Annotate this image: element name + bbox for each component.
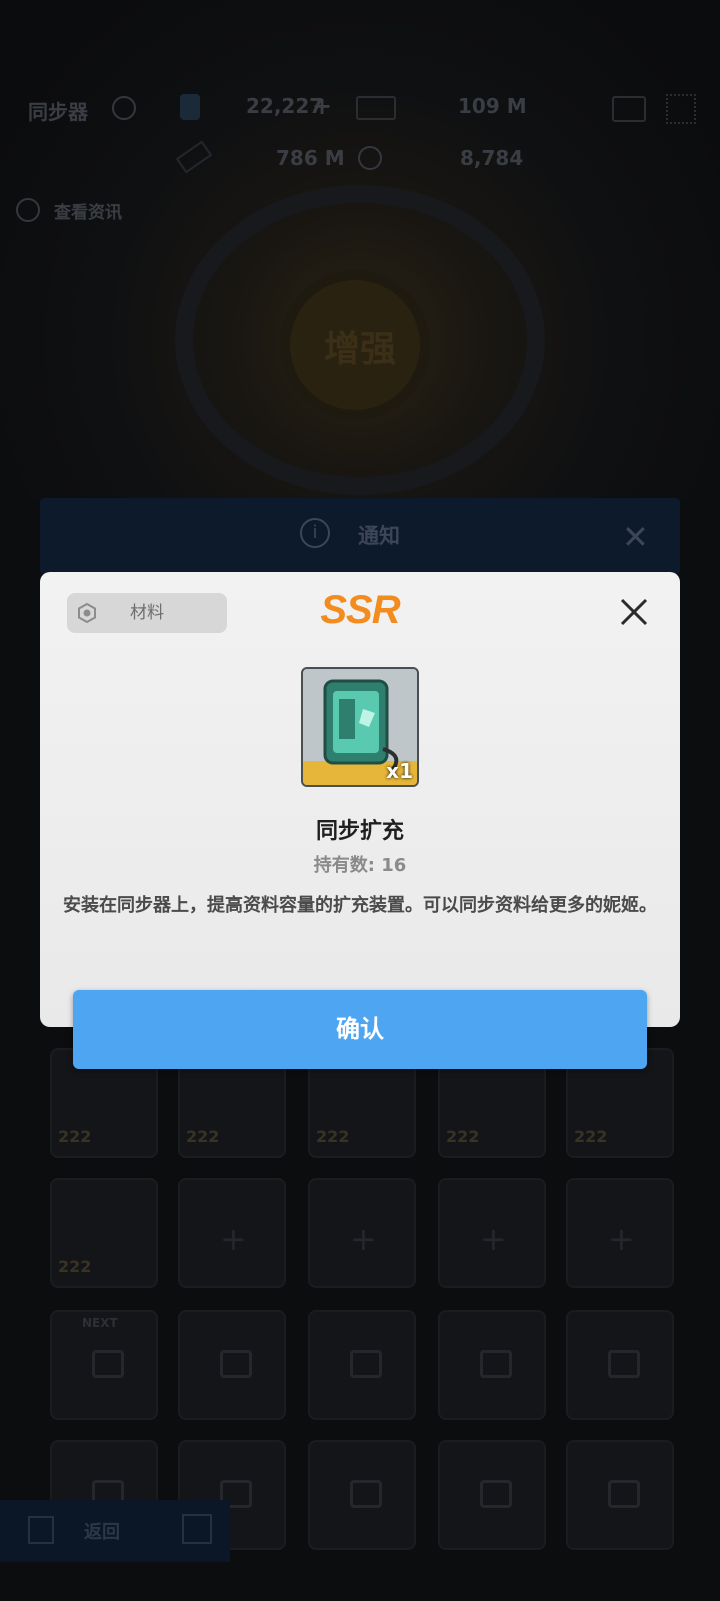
- locked-slot[interactable]: [308, 1440, 416, 1550]
- locked-slot[interactable]: [308, 1310, 416, 1420]
- confirm-label: 确认: [336, 1015, 384, 1043]
- info-link[interactable]: 查看资讯: [16, 196, 146, 226]
- lock-icon: [92, 1350, 124, 1378]
- empty-slot[interactable]: +: [438, 1178, 546, 1288]
- gem-icon: [180, 94, 200, 120]
- slot-level: 222: [574, 1127, 608, 1146]
- credit-icon: [356, 96, 396, 120]
- slot-level: 222: [58, 1127, 92, 1146]
- notice-title: 通知: [358, 524, 400, 548]
- lock-icon: [220, 1350, 252, 1378]
- enhance-label: 增强: [323, 329, 396, 370]
- next-label: NEXT: [82, 1316, 118, 1330]
- lock-icon: [480, 1350, 512, 1378]
- notice-close-icon[interactable]: ✕: [622, 518, 649, 556]
- notice-info-icon: i: [300, 518, 330, 548]
- core-dust-icon: [175, 140, 213, 174]
- empty-slot[interactable]: +: [308, 1178, 416, 1288]
- lock-icon: [350, 1350, 382, 1378]
- resource-label: 同步器: [28, 100, 88, 124]
- info-link-label: 查看资讯: [54, 203, 122, 223]
- lock-icon: [608, 1350, 640, 1378]
- credit-count: 109 M: [458, 94, 527, 118]
- item-detail-modal: 材料 SSR x1 同步扩充 持有数: 16 安装在同步器上，提高资料容量的扩充…: [40, 572, 680, 1027]
- add-icon: +: [480, 1220, 507, 1258]
- slot-level: 222: [186, 1127, 220, 1146]
- close-icon[interactable]: [616, 594, 652, 630]
- owned-label: 持有数:: [313, 855, 375, 876]
- item-quantity: x1: [386, 759, 413, 783]
- back-label[interactable]: 返回: [84, 1518, 120, 1544]
- locked-slot[interactable]: [566, 1440, 674, 1550]
- empty-slot[interactable]: +: [178, 1178, 286, 1288]
- add-icon: +: [608, 1220, 635, 1258]
- locked-slot[interactable]: [566, 1310, 674, 1420]
- body-icon: [358, 146, 382, 170]
- lock-icon: [608, 1480, 640, 1508]
- mail-icon[interactable]: [612, 96, 646, 122]
- menu-grid-icon[interactable]: [666, 94, 696, 124]
- add-icon: +: [220, 1220, 247, 1258]
- slot-level: 222: [446, 1127, 480, 1146]
- item-description: 安装在同步器上，提高资料容量的扩充装置。可以同步资料给更多的妮姬。: [63, 895, 657, 916]
- home-icon[interactable]: [182, 1514, 212, 1544]
- confirm-button[interactable]: 确认: [73, 990, 647, 1069]
- secondary-resource-bar: 786 M 8,784: [0, 140, 720, 182]
- slot-level: 222: [58, 1257, 92, 1276]
- owned-count: 持有数: 16: [40, 851, 680, 877]
- locked-slot[interactable]: [438, 1310, 546, 1420]
- slot-level: 222: [316, 1127, 350, 1146]
- empty-slot[interactable]: +: [566, 1178, 674, 1288]
- info-link-icon: [16, 198, 40, 222]
- owned-value: 16: [381, 855, 407, 876]
- info-icon[interactable]: [112, 96, 136, 120]
- body-count: 8,784: [460, 146, 524, 170]
- back-icon[interactable]: [28, 1516, 54, 1544]
- rarity-badge: SSR: [320, 588, 400, 632]
- locked-slot[interactable]: [438, 1440, 546, 1550]
- unit-slot[interactable]: 222: [50, 1178, 158, 1288]
- add-icon: +: [350, 1220, 377, 1258]
- item-thumbnail: x1: [301, 667, 419, 787]
- lock-icon: [350, 1480, 382, 1508]
- item-name: 同步扩充: [315, 819, 404, 844]
- top-resource-bar: 同步器 22,227 + 109 M: [0, 80, 720, 140]
- add-gem-button[interactable]: +: [312, 92, 332, 120]
- core-dust-count: 786 M: [276, 146, 345, 170]
- locked-slot[interactable]: NEXT: [50, 1310, 158, 1420]
- lock-icon: [480, 1480, 512, 1508]
- locked-slot[interactable]: [178, 1310, 286, 1420]
